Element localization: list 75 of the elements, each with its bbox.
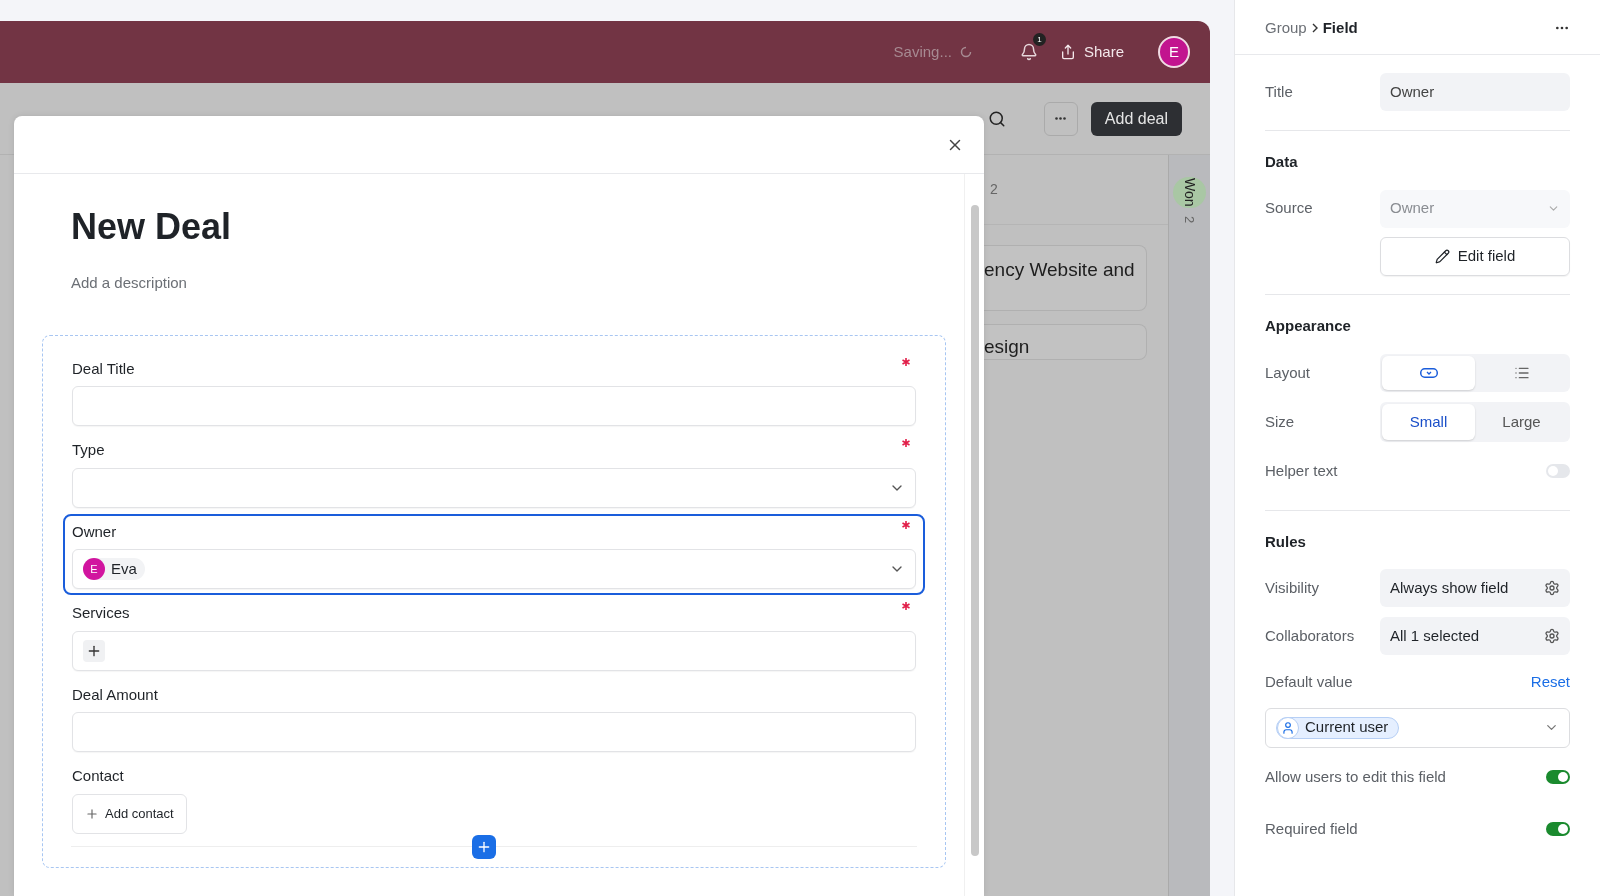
- settings-icon: [1544, 580, 1560, 596]
- scrollbar[interactable]: [970, 205, 979, 856]
- won-badge: Won: [1173, 177, 1206, 208]
- notification-badge: 1: [1032, 33, 1046, 46]
- chip-label: Current user: [1305, 717, 1389, 738]
- select-input[interactable]: E Eva: [72, 549, 916, 589]
- layout-option[interactable]: [1382, 356, 1475, 390]
- add-deal-button[interactable]: Add deal: [1090, 101, 1182, 136]
- row-label: Title: [1265, 81, 1293, 102]
- row-label: Default value: [1265, 672, 1353, 692]
- row-label: Source: [1265, 198, 1313, 219]
- field-label: Services: [72, 603, 130, 623]
- breadcrumb-link[interactable]: Group: [1265, 16, 1307, 40]
- card-title: ency Website and: [984, 259, 1135, 280]
- size-option[interactable]: Large: [1475, 404, 1568, 440]
- saving-status: Saving...: [893, 41, 952, 62]
- chevron-right-icon: [1310, 23, 1319, 33]
- bell-icon: [1019, 43, 1038, 61]
- spinner-icon: [959, 46, 972, 58]
- more-button[interactable]: [1043, 101, 1078, 136]
- section-heading: Rules: [1265, 531, 1307, 552]
- search-icon[interactable]: [987, 109, 1006, 128]
- add-contact-button[interactable]: Add contact: [72, 793, 187, 834]
- field-label: Contact: [72, 766, 124, 786]
- deal-card[interactable]: ency Website and: [984, 245, 1147, 311]
- default-value-select[interactable]: Current user: [1265, 707, 1570, 748]
- row-label: Allow users to edit this field: [1265, 766, 1446, 787]
- multi-select-field[interactable]: [72, 630, 916, 671]
- toggle-switch[interactable]: [1546, 822, 1570, 837]
- field-label: Deal Title: [72, 358, 135, 379]
- pencil-icon: [1434, 248, 1450, 264]
- add-field-button[interactable]: [472, 834, 496, 859]
- toggle-switch[interactable]: [1546, 769, 1570, 784]
- more-icon: [1055, 117, 1067, 120]
- column-count: 2: [990, 180, 998, 199]
- column-count: 2: [1181, 215, 1199, 223]
- size-option[interactable]: Small: [1382, 404, 1475, 440]
- avatar[interactable]: E: [1158, 36, 1190, 68]
- description-field[interactable]: Add a description: [71, 272, 187, 295]
- share-button[interactable]: Share: [1059, 40, 1124, 64]
- row-label: Visibility: [1265, 577, 1319, 598]
- dialog-title: New Deal: [71, 205, 233, 249]
- avatar: E: [83, 558, 105, 580]
- section-heading: Appearance: [1265, 315, 1352, 336]
- deal-card[interactable]: esign: [984, 324, 1147, 360]
- list-icon: [1513, 365, 1530, 381]
- text-input[interactable]: [72, 712, 916, 752]
- reset-link[interactable]: Reset: [1530, 671, 1570, 694]
- add-button[interactable]: [83, 639, 105, 662]
- edit-field-button[interactable]: Edit field: [1380, 236, 1570, 276]
- row-label: Layout: [1265, 362, 1311, 383]
- selected-field-card[interactable]: Owner E Eva: [63, 513, 925, 595]
- select-input[interactable]: [72, 467, 916, 508]
- section-heading: Data: [1265, 152, 1299, 172]
- plus-icon: [85, 806, 99, 821]
- settings-icon: [1544, 628, 1560, 644]
- row-label: Helper text: [1265, 461, 1338, 481]
- share-icon: [1059, 44, 1076, 60]
- user-name: Eva: [111, 558, 137, 579]
- title-input[interactable]: Owner: [1380, 73, 1570, 111]
- toggle-switch[interactable]: [1546, 464, 1570, 479]
- visibility-select[interactable]: Always show field: [1380, 569, 1570, 607]
- dropdown-icon: [1419, 368, 1438, 378]
- field-label: Deal Amount: [72, 684, 158, 705]
- row-label: Size: [1265, 411, 1295, 432]
- user-icon: [1281, 720, 1295, 735]
- notifications-button[interactable]: [1019, 43, 1038, 61]
- collaborators-select[interactable]: All 1 selected: [1380, 617, 1570, 655]
- row-label: Collaborators: [1265, 625, 1355, 646]
- breadcrumb-current: Field: [1322, 17, 1358, 38]
- field-label: Owner: [72, 521, 117, 542]
- card-title: esign: [984, 336, 1030, 357]
- field-label: Type: [72, 440, 105, 460]
- row-label: Required field: [1265, 819, 1358, 839]
- text-input[interactable]: [72, 386, 916, 426]
